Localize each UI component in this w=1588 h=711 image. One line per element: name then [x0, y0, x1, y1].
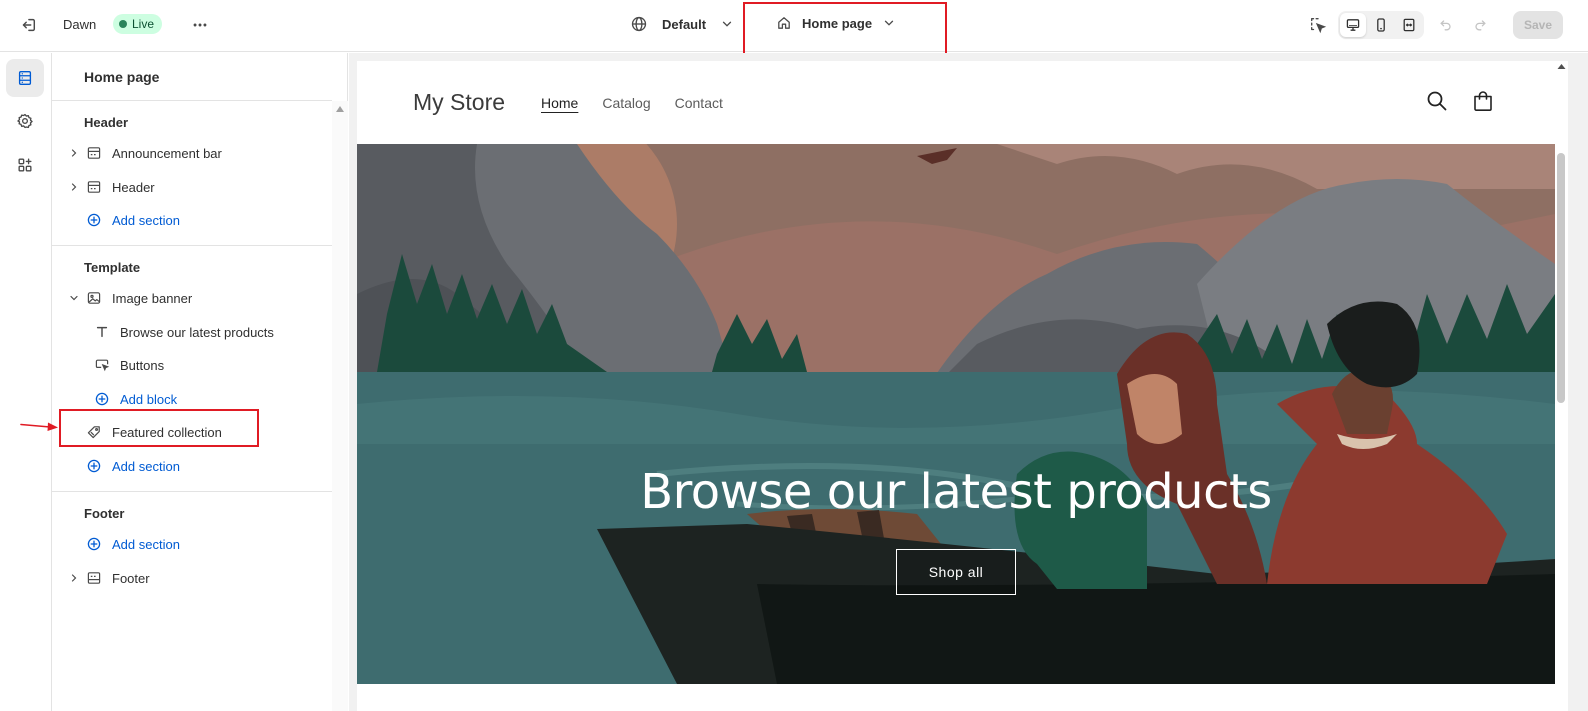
locale-label: Default [662, 16, 707, 32]
preview-scrollbar[interactable] [1555, 61, 1568, 711]
divider [52, 491, 332, 492]
store-nav: Home Catalog Contact [541, 95, 723, 111]
theme-name: Dawn [63, 17, 97, 32]
section-label: Footer [112, 570, 150, 586]
chevron-down-icon[interactable] [64, 288, 84, 308]
cart-icon[interactable] [1471, 89, 1495, 113]
redo-icon[interactable] [1466, 11, 1494, 39]
add-block-label: Add block [120, 391, 178, 407]
scroll-up-arrow-icon[interactable] [1555, 61, 1568, 73]
sidebar-scrollbar[interactable] [332, 101, 348, 711]
plus-circle-icon [84, 210, 104, 230]
banner-illustration [357, 144, 1555, 684]
hero-heading[interactable]: Browse our latest products [357, 464, 1555, 520]
section-layout-icon [84, 143, 104, 163]
block-label: Browse our latest products [120, 324, 274, 340]
chevron-right-icon[interactable] [64, 568, 84, 588]
plus-circle-icon [92, 389, 112, 409]
device-toggle-group [1338, 11, 1424, 39]
section-label: Image banner [112, 290, 193, 306]
plus-circle-icon [84, 456, 104, 476]
block-label: Buttons [120, 357, 165, 373]
image-icon [84, 288, 104, 308]
live-status-badge: Live [113, 14, 163, 34]
more-actions-icon[interactable] [186, 11, 214, 39]
scroll-up-arrow-icon[interactable] [336, 106, 344, 112]
section-label: Announcement bar [112, 145, 222, 161]
inspector-icon[interactable] [1304, 11, 1332, 39]
group-heading-template: Template [84, 260, 141, 275]
block-row-heading[interactable]: Browse our latest products [92, 317, 330, 347]
nav-link-catalog[interactable]: Catalog [602, 95, 650, 111]
divider [52, 245, 332, 246]
preview-scroll-thumb[interactable] [1557, 153, 1565, 403]
section-layout-icon [84, 177, 104, 197]
sections-icon[interactable] [6, 59, 44, 97]
add-section-label: Add section [112, 536, 180, 552]
add-section-button-template[interactable]: Add section [64, 451, 330, 481]
store-header-icons [1425, 89, 1495, 113]
divider [52, 100, 332, 101]
section-row-header[interactable]: Header [64, 172, 330, 202]
footer-layout-icon [84, 568, 104, 588]
live-status-label: Live [132, 17, 155, 31]
settings-gear-icon[interactable] [6, 102, 44, 140]
left-rail [0, 53, 52, 711]
store-header: My Store Home Catalog Contact [357, 61, 1555, 144]
globe-icon [631, 16, 647, 32]
sidebar-title: Home page [84, 69, 160, 85]
nav-link-home[interactable]: Home [541, 95, 578, 111]
add-section-label: Add section [112, 212, 180, 228]
group-heading-footer: Footer [84, 506, 125, 521]
apps-icon[interactable] [6, 146, 44, 184]
chevron-right-icon[interactable] [64, 143, 84, 163]
highlight-box-featured-collection [59, 409, 259, 447]
fullscreen-view-icon[interactable] [1396, 13, 1422, 37]
chevron-down-icon [722, 21, 732, 27]
store-logo[interactable]: My Store [413, 89, 505, 116]
save-button[interactable]: Save [1513, 11, 1563, 39]
section-row-image-banner[interactable]: Image banner [64, 283, 330, 313]
shop-all-button[interactable]: Shop all [896, 549, 1016, 595]
section-label: Header [112, 179, 155, 195]
search-icon[interactable] [1425, 89, 1449, 113]
section-row-footer[interactable]: Footer [64, 563, 330, 593]
mobile-view-icon[interactable] [1368, 13, 1394, 37]
text-icon [92, 322, 112, 342]
desktop-view-icon[interactable] [1340, 13, 1366, 37]
chevron-right-icon[interactable] [64, 177, 84, 197]
add-section-label: Add section [112, 458, 180, 474]
plus-circle-icon [84, 534, 104, 554]
add-section-button-header[interactable]: Add section [64, 205, 330, 235]
locale-selector[interactable]: Default [630, 15, 734, 33]
section-row-announcement-bar[interactable]: Announcement bar [64, 138, 330, 168]
store-preview[interactable]: My Store Home Catalog Contact Browse our… [357, 61, 1555, 711]
image-banner[interactable]: Browse our latest products Shop all [357, 144, 1555, 684]
top-bar: Dawn Live Default Home page Save [0, 0, 1588, 66]
button-cursor-icon [92, 355, 112, 375]
live-dot-icon [119, 20, 127, 28]
add-section-button-footer[interactable]: Add section [64, 529, 330, 559]
nav-link-contact[interactable]: Contact [675, 95, 723, 111]
exit-icon[interactable] [14, 11, 42, 39]
group-heading-header: Header [84, 115, 129, 130]
sections-sidebar: Home page Header Announcement bar Header… [52, 53, 348, 711]
pointer-arrow-icon [20, 422, 58, 431]
block-row-buttons[interactable]: Buttons [92, 350, 330, 380]
undo-icon[interactable] [1432, 11, 1460, 39]
